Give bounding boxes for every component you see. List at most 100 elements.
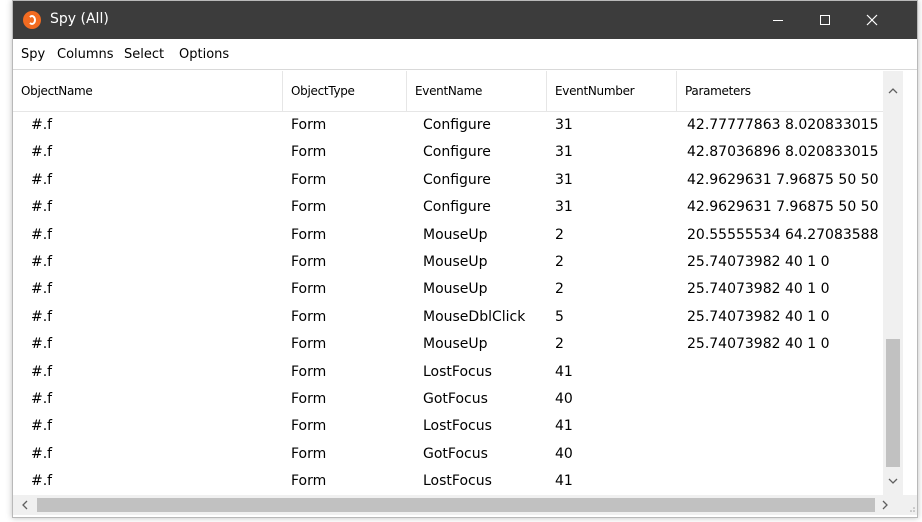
cell-eventnumber: 5: [555, 308, 564, 325]
table-row[interactable]: #.f Form Configure 31 42.77777863 8.02083301…: [13, 112, 883, 139]
close-icon: [866, 14, 878, 26]
close-button[interactable]: [849, 1, 895, 39]
cell-eventname: Configure: [423, 171, 491, 188]
cell-parameters: 25.74073982 40 1 0: [687, 253, 830, 270]
window-title: Spy (All): [50, 11, 109, 27]
column-header-parameters[interactable]: Parameters: [677, 71, 883, 111]
cell-eventnumber: 31: [555, 199, 573, 216]
cell-eventname: GotFocus: [423, 445, 488, 462]
cell-parameters: 25.74073982 40 1 0: [687, 308, 830, 325]
table-row[interactable]: #.f Form Configure 31 42.9629631 7.96875 50 …: [13, 194, 883, 221]
cell-parameters: 42.9629631 7.96875 50 50: [687, 199, 879, 216]
cell-parameters: 42.9629631 7.96875 50 50: [687, 171, 879, 188]
resize-grip-icon: [910, 507, 915, 512]
cell-eventnumber: 31: [555, 171, 573, 188]
table-row[interactable]: #.f Form MouseUp 2 25.74073982 40 1 0: [13, 249, 883, 276]
table-row[interactable]: #.f Form LostFocus 41: [13, 468, 883, 495]
cell-eventname: Configure: [423, 199, 491, 216]
app-icon[interactable]: [23, 11, 41, 29]
chevron-right-icon: [882, 500, 888, 510]
cell-objecttype: Form: [291, 336, 327, 353]
cell-parameters: 42.87036896 8.020833015 5: [687, 144, 883, 161]
resize-grip[interactable]: [903, 495, 917, 515]
cell-eventnumber: 31: [555, 117, 573, 133]
cell-eventnumber: 2: [555, 336, 564, 353]
cell-parameters: 20.55555534 64.27083588 1: [687, 226, 883, 243]
table-row[interactable]: #.f Form LostFocus 41: [13, 359, 883, 386]
horizontal-scrollbar[interactable]: [13, 495, 903, 515]
menu-select[interactable]: Select: [124, 47, 164, 62]
cell-eventname: MouseUp: [423, 336, 488, 353]
cell-objectname: #.f: [31, 281, 53, 298]
cell-eventnumber: 31: [555, 144, 573, 161]
table-row[interactable]: #.f Form MouseUp 2 20.55555534 64.27083588 1: [13, 222, 883, 249]
cell-objectname: #.f: [31, 308, 53, 325]
table-row[interactable]: #.f Form Configure 31 42.9629631 7.96875 50 …: [13, 167, 883, 194]
table-row[interactable]: #.f Form GotFocus 40: [13, 441, 883, 468]
menu-bar: Spy Columns Select Options: [13, 39, 917, 70]
cell-eventname: Configure: [423, 144, 491, 161]
title-bar[interactable]: Spy (All): [13, 1, 917, 39]
cell-objectname: #.f: [31, 336, 53, 353]
scroll-up-button[interactable]: [883, 83, 903, 99]
cell-objectname: #.f: [31, 418, 53, 435]
cell-eventnumber: 41: [555, 363, 573, 380]
maximize-button[interactable]: [802, 1, 848, 39]
scroll-down-button[interactable]: [883, 473, 903, 489]
table-row[interactable]: #.f Form MouseDblClick 5 25.74073982 40 1 0: [13, 304, 883, 331]
minimize-button[interactable]: [755, 1, 801, 39]
cell-objecttype: Form: [291, 473, 327, 490]
events-grid[interactable]: ObjectName ObjectType EventName EventNum…: [13, 71, 917, 495]
cell-parameters: [687, 441, 883, 468]
column-header-objectname[interactable]: ObjectName: [13, 71, 283, 111]
table-row[interactable]: #.f Form MouseUp 2 25.74073982 40 1 0: [13, 276, 883, 303]
cell-objecttype: Form: [291, 144, 327, 161]
maximize-icon: [820, 15, 830, 25]
cell-eventnumber: 2: [555, 226, 564, 243]
chevron-down-icon: [888, 478, 898, 484]
cell-objecttype: Form: [291, 253, 327, 270]
cell-objecttype: Form: [291, 418, 327, 435]
menu-columns[interactable]: Columns: [57, 47, 114, 62]
cell-eventname: Configure: [423, 117, 491, 133]
cell-objectname: #.f: [31, 171, 53, 188]
vertical-scrollbar[interactable]: [883, 71, 903, 495]
cell-parameters: [687, 413, 883, 440]
vertical-scroll-thumb[interactable]: [886, 339, 900, 467]
cell-eventname: MouseDblClick: [423, 308, 526, 325]
cell-parameters: 25.74073982 40 1 0: [687, 281, 830, 298]
cell-objecttype: Form: [291, 363, 327, 380]
table-row[interactable]: #.f Form LostFocus 41: [13, 413, 883, 440]
table-row[interactable]: #.f Form MouseUp 2 25.74073982 40 1 0: [13, 331, 883, 358]
column-header-objecttype[interactable]: ObjectType: [283, 71, 407, 111]
cell-parameters: [687, 386, 883, 413]
column-header-eventnumber[interactable]: EventNumber: [547, 71, 677, 111]
cell-parameters: 42.77777863 8.020833015 5: [687, 117, 883, 133]
cell-objecttype: Form: [291, 308, 327, 325]
table-row[interactable]: #.f Form Configure 31 42.87036896 8.02083301…: [13, 139, 883, 166]
menu-spy[interactable]: Spy: [21, 47, 45, 62]
menu-options[interactable]: Options: [179, 47, 229, 62]
cell-eventname: MouseUp: [423, 253, 488, 270]
cell-eventname: GotFocus: [423, 390, 488, 407]
column-header-eventname[interactable]: EventName: [407, 71, 547, 111]
cell-eventnumber: 40: [555, 445, 573, 462]
scroll-left-button[interactable]: [17, 497, 33, 513]
spy-window: Spy (All) Spy Columns Select Options Obj…: [12, 0, 918, 518]
cell-eventname: MouseUp: [423, 226, 488, 243]
cell-eventname: MouseUp: [423, 281, 488, 298]
cell-parameters: 25.74073982 40 1 0: [687, 336, 830, 353]
scroll-right-button[interactable]: [877, 497, 893, 513]
cell-objectname: #.f: [31, 473, 53, 490]
horizontal-scroll-thumb[interactable]: [37, 498, 875, 512]
cell-objectname: #.f: [31, 363, 53, 380]
cell-parameters: [687, 468, 883, 495]
grid-header: ObjectName ObjectType EventName EventNum…: [13, 71, 883, 112]
cell-objecttype: Form: [291, 171, 327, 188]
table-row[interactable]: #.f Form GotFocus 40: [13, 386, 883, 413]
cell-objectname: #.f: [31, 117, 53, 133]
minimize-icon: [773, 20, 783, 21]
cell-eventnumber: 41: [555, 473, 573, 490]
chevron-up-icon: [888, 88, 898, 94]
cell-eventnumber: 2: [555, 253, 564, 270]
